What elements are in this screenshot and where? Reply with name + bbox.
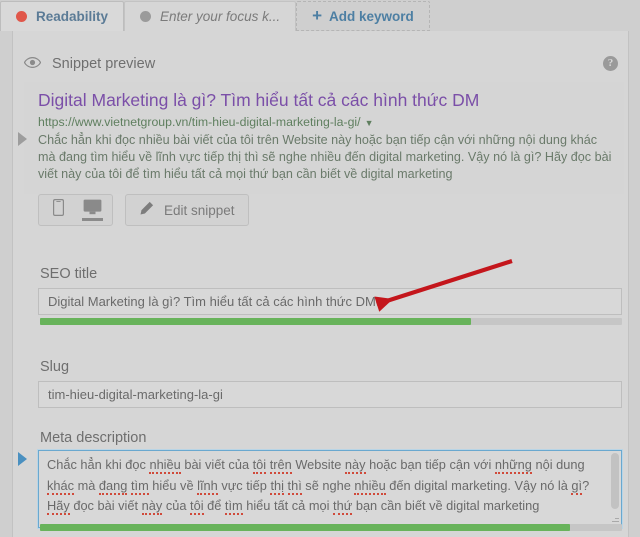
help-icon[interactable]: ? xyxy=(603,56,618,71)
tab-label: Readability xyxy=(36,9,109,24)
seo-title-progress xyxy=(40,318,622,325)
device-toggle[interactable] xyxy=(38,194,113,226)
snippet-preview-card[interactable]: Digital Marketing là gì? Tìm hiểu tất cả… xyxy=(24,82,624,194)
slug-input[interactable]: tim-hieu-digital-marketing-la-gi xyxy=(38,381,622,408)
focus-triangle-icon xyxy=(18,452,27,466)
snippet-url-text: https://www.vietnetgroup.vn/tim-hieu-dig… xyxy=(38,115,361,129)
meta-description-progress xyxy=(40,524,622,531)
snippet-toolbar: Edit snippet xyxy=(38,194,249,226)
device-indicator xyxy=(82,218,103,221)
pencil-icon xyxy=(139,201,154,219)
tab-label: Add keyword xyxy=(329,8,414,24)
device-indicator xyxy=(48,219,69,222)
tab-focus-keyword[interactable]: Enter your focus k... xyxy=(124,1,297,31)
edit-snippet-button[interactable]: Edit snippet xyxy=(125,194,249,226)
edit-snippet-label: Edit snippet xyxy=(164,202,235,218)
meta-description-progress-fill xyxy=(40,524,570,531)
plus-icon: + xyxy=(312,5,323,25)
snippet-preview-header: Snippet preview xyxy=(23,55,156,73)
desktop-monitor-icon[interactable] xyxy=(82,199,103,221)
tab-add-keyword[interactable]: + Add keyword xyxy=(296,1,430,31)
eye-icon xyxy=(23,55,42,73)
meta-description-scrollbar[interactable] xyxy=(611,453,619,509)
meta-description-label: Meta description xyxy=(40,430,147,446)
snippet-preview-title: Snippet preview xyxy=(52,56,156,72)
snippet-url: https://www.vietnetgroup.vn/tim-hieu-dig… xyxy=(38,115,374,129)
snippet-title: Digital Marketing là gì? Tìm hiểu tất cả… xyxy=(38,90,480,110)
snippet-description: Chắc hẳn khi đọc nhiều bài viết của tôi … xyxy=(38,133,612,182)
status-dot-icon xyxy=(140,11,152,22)
tab-label: Enter your focus k... xyxy=(160,9,281,24)
slug-label: Slug xyxy=(40,359,70,375)
seo-title-label: SEO title xyxy=(40,266,98,282)
meta-description-text: Chắc hẳn khi đọc nhiều bài viết của tôi … xyxy=(47,457,590,515)
tab-bar: Readability Enter your focus k... + Add … xyxy=(0,0,640,31)
chevron-down-icon[interactable]: ▼ xyxy=(365,118,374,128)
seo-title-input[interactable]: Digital Marketing là gì? Tìm hiểu tất cả… xyxy=(38,288,622,315)
mobile-phone-icon[interactable] xyxy=(48,198,69,222)
tab-readability[interactable]: Readability xyxy=(0,1,125,31)
meta-description-textarea[interactable]: Chắc hẳn khi đọc nhiều bài viết của tôi … xyxy=(37,449,623,529)
seo-title-progress-fill xyxy=(40,318,471,325)
status-dot-icon xyxy=(16,11,27,22)
collapse-triangle-icon xyxy=(18,132,27,146)
